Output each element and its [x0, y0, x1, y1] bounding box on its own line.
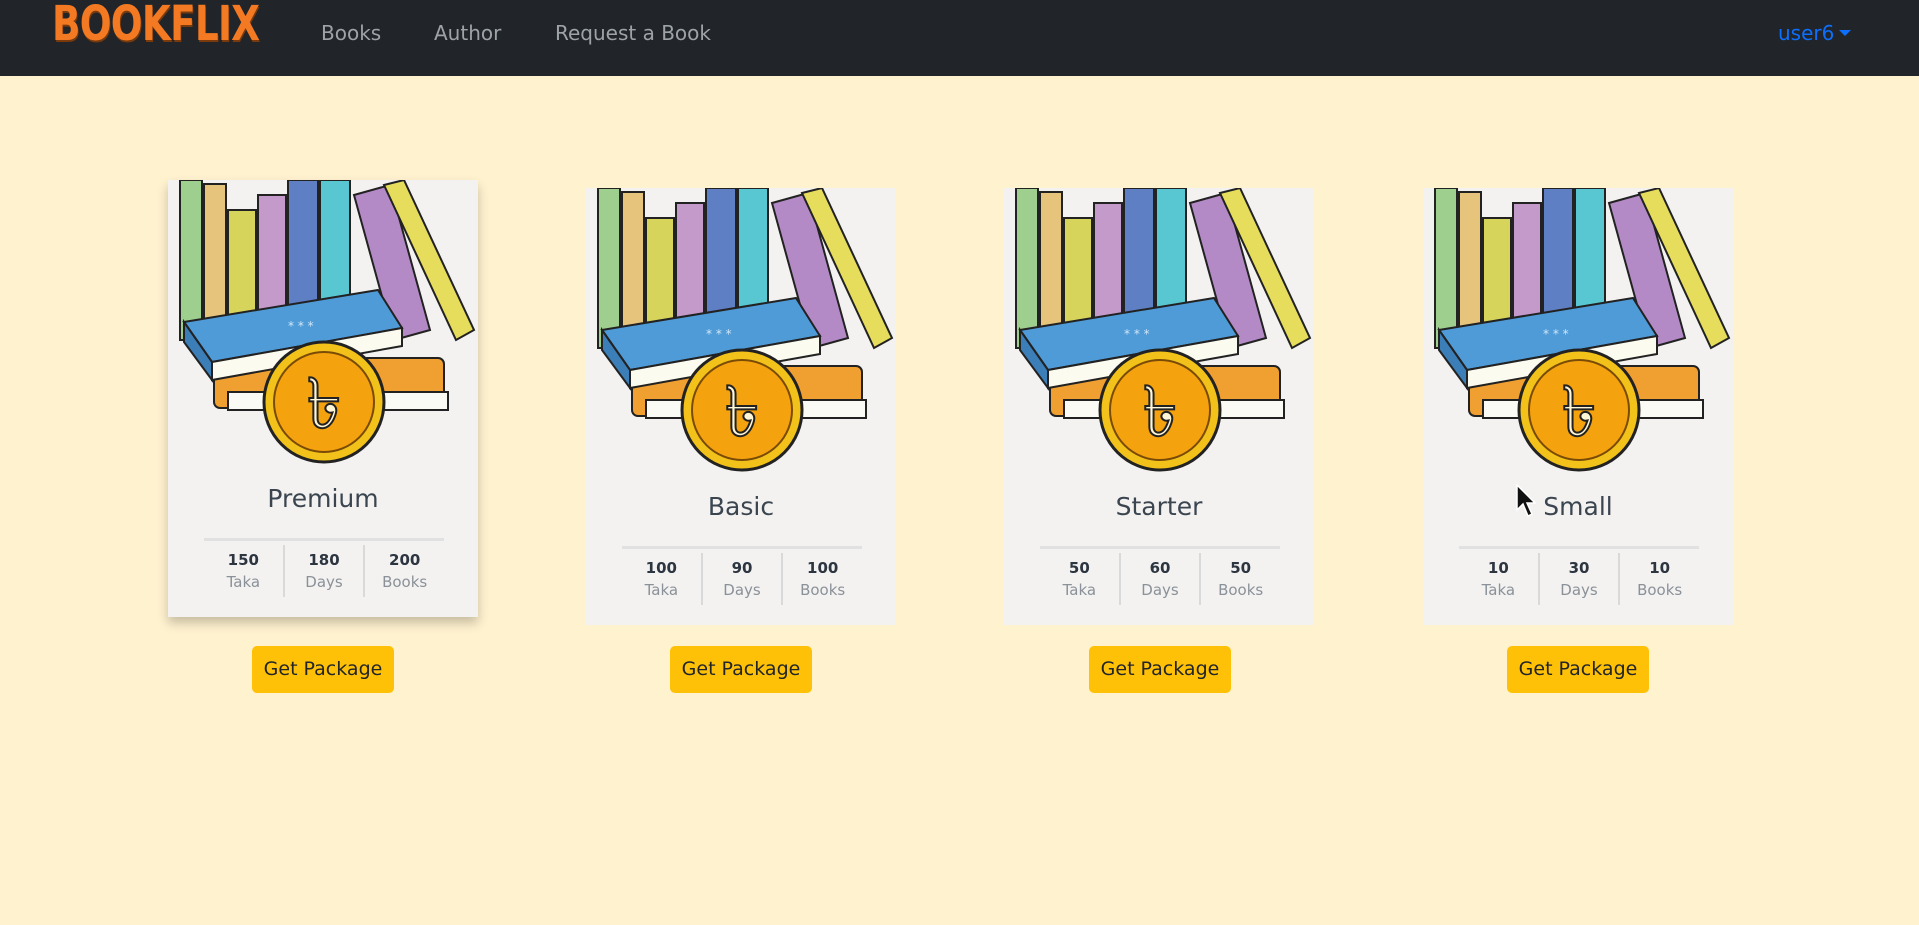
stat-taka: 10 Taka — [1459, 553, 1540, 605]
stat-unit: Taka — [226, 573, 261, 591]
stat-books: 100 Books — [783, 553, 862, 605]
stat-value: 100 — [645, 559, 677, 577]
stat-unit: Books — [1218, 581, 1264, 599]
get-package-button-small[interactable]: Get Package — [1507, 646, 1649, 693]
package-stats: 150 Taka 180 Days 200 Books — [204, 538, 444, 597]
stat-days: 90 Days — [703, 553, 784, 605]
package-card-starter: Starter 50 Taka 60 Days 50 Books — [1004, 188, 1314, 625]
stat-value: 30 — [1568, 559, 1590, 577]
caret-down-icon — [1839, 30, 1852, 36]
stat-value: 10 — [1649, 559, 1671, 577]
stat-books: 200 Books — [365, 545, 444, 597]
mouse-pointer-icon — [1516, 484, 1537, 518]
stat-value: 180 — [308, 551, 340, 569]
package-stats: 10 Taka 30 Days 10 Books — [1459, 546, 1699, 605]
stat-books: 50 Books — [1201, 553, 1280, 605]
stat-days: 180 Days — [285, 545, 366, 597]
stat-value: 60 — [1149, 559, 1171, 577]
brand-logo[interactable]: BOOKFLIX — [52, 0, 260, 52]
stat-books: 10 Books — [1620, 553, 1699, 605]
get-package-button-starter[interactable]: Get Package — [1089, 646, 1231, 693]
package-name: Starter — [1115, 492, 1203, 521]
package-illustration — [586, 188, 896, 478]
package-card-premium: Premium 150 Taka 180 Days 200 Books — [168, 180, 478, 617]
user-menu-dropdown[interactable]: user6 — [1778, 21, 1852, 45]
package-stats: 50 Taka 60 Days 50 Books — [1040, 546, 1280, 605]
stat-unit: Books — [382, 573, 428, 591]
package-card-basic: Basic 100 Taka 90 Days 100 Books — [586, 188, 896, 625]
stat-unit: Days — [305, 573, 343, 591]
package-name: Small — [1543, 492, 1613, 521]
stat-taka: 50 Taka — [1040, 553, 1121, 605]
nav-link-books[interactable]: Books — [321, 21, 381, 45]
stat-days: 60 Days — [1121, 553, 1202, 605]
stat-unit: Books — [800, 581, 846, 599]
stat-unit: Taka — [644, 581, 679, 599]
stat-unit: Taka — [1062, 581, 1097, 599]
package-name: Basic — [707, 492, 775, 521]
package-stats: 100 Taka 90 Days 100 Books — [622, 546, 862, 605]
stat-days: 30 Days — [1540, 553, 1621, 605]
stat-unit: Days — [1141, 581, 1179, 599]
stat-value: 150 — [227, 551, 259, 569]
stat-unit: Taka — [1481, 581, 1516, 599]
package-illustration — [168, 180, 478, 470]
stat-taka: 100 Taka — [622, 553, 703, 605]
nav-link-request-book[interactable]: Request a Book — [555, 21, 711, 45]
stat-unit: Days — [723, 581, 761, 599]
get-package-button-basic[interactable]: Get Package — [670, 646, 812, 693]
get-package-button-premium[interactable]: Get Package — [252, 646, 394, 693]
stat-value: 200 — [389, 551, 421, 569]
user-name: user6 — [1778, 21, 1835, 45]
stat-value: 50 — [1230, 559, 1252, 577]
nav-link-author[interactable]: Author — [434, 21, 501, 45]
package-name: Premium — [267, 484, 379, 513]
package-card-small: Small 10 Taka 30 Days 10 Books — [1423, 188, 1733, 625]
stat-unit: Days — [1560, 581, 1598, 599]
package-illustration — [1004, 188, 1314, 478]
package-illustration — [1423, 188, 1733, 478]
stat-taka: 150 Taka — [204, 545, 285, 597]
top-navbar: BOOKFLIX Books Author Request a Book use… — [0, 0, 1919, 76]
stat-value: 50 — [1068, 559, 1090, 577]
stat-value: 10 — [1487, 559, 1509, 577]
stat-unit: Books — [1637, 581, 1683, 599]
stat-value: 100 — [807, 559, 839, 577]
stat-value: 90 — [731, 559, 753, 577]
